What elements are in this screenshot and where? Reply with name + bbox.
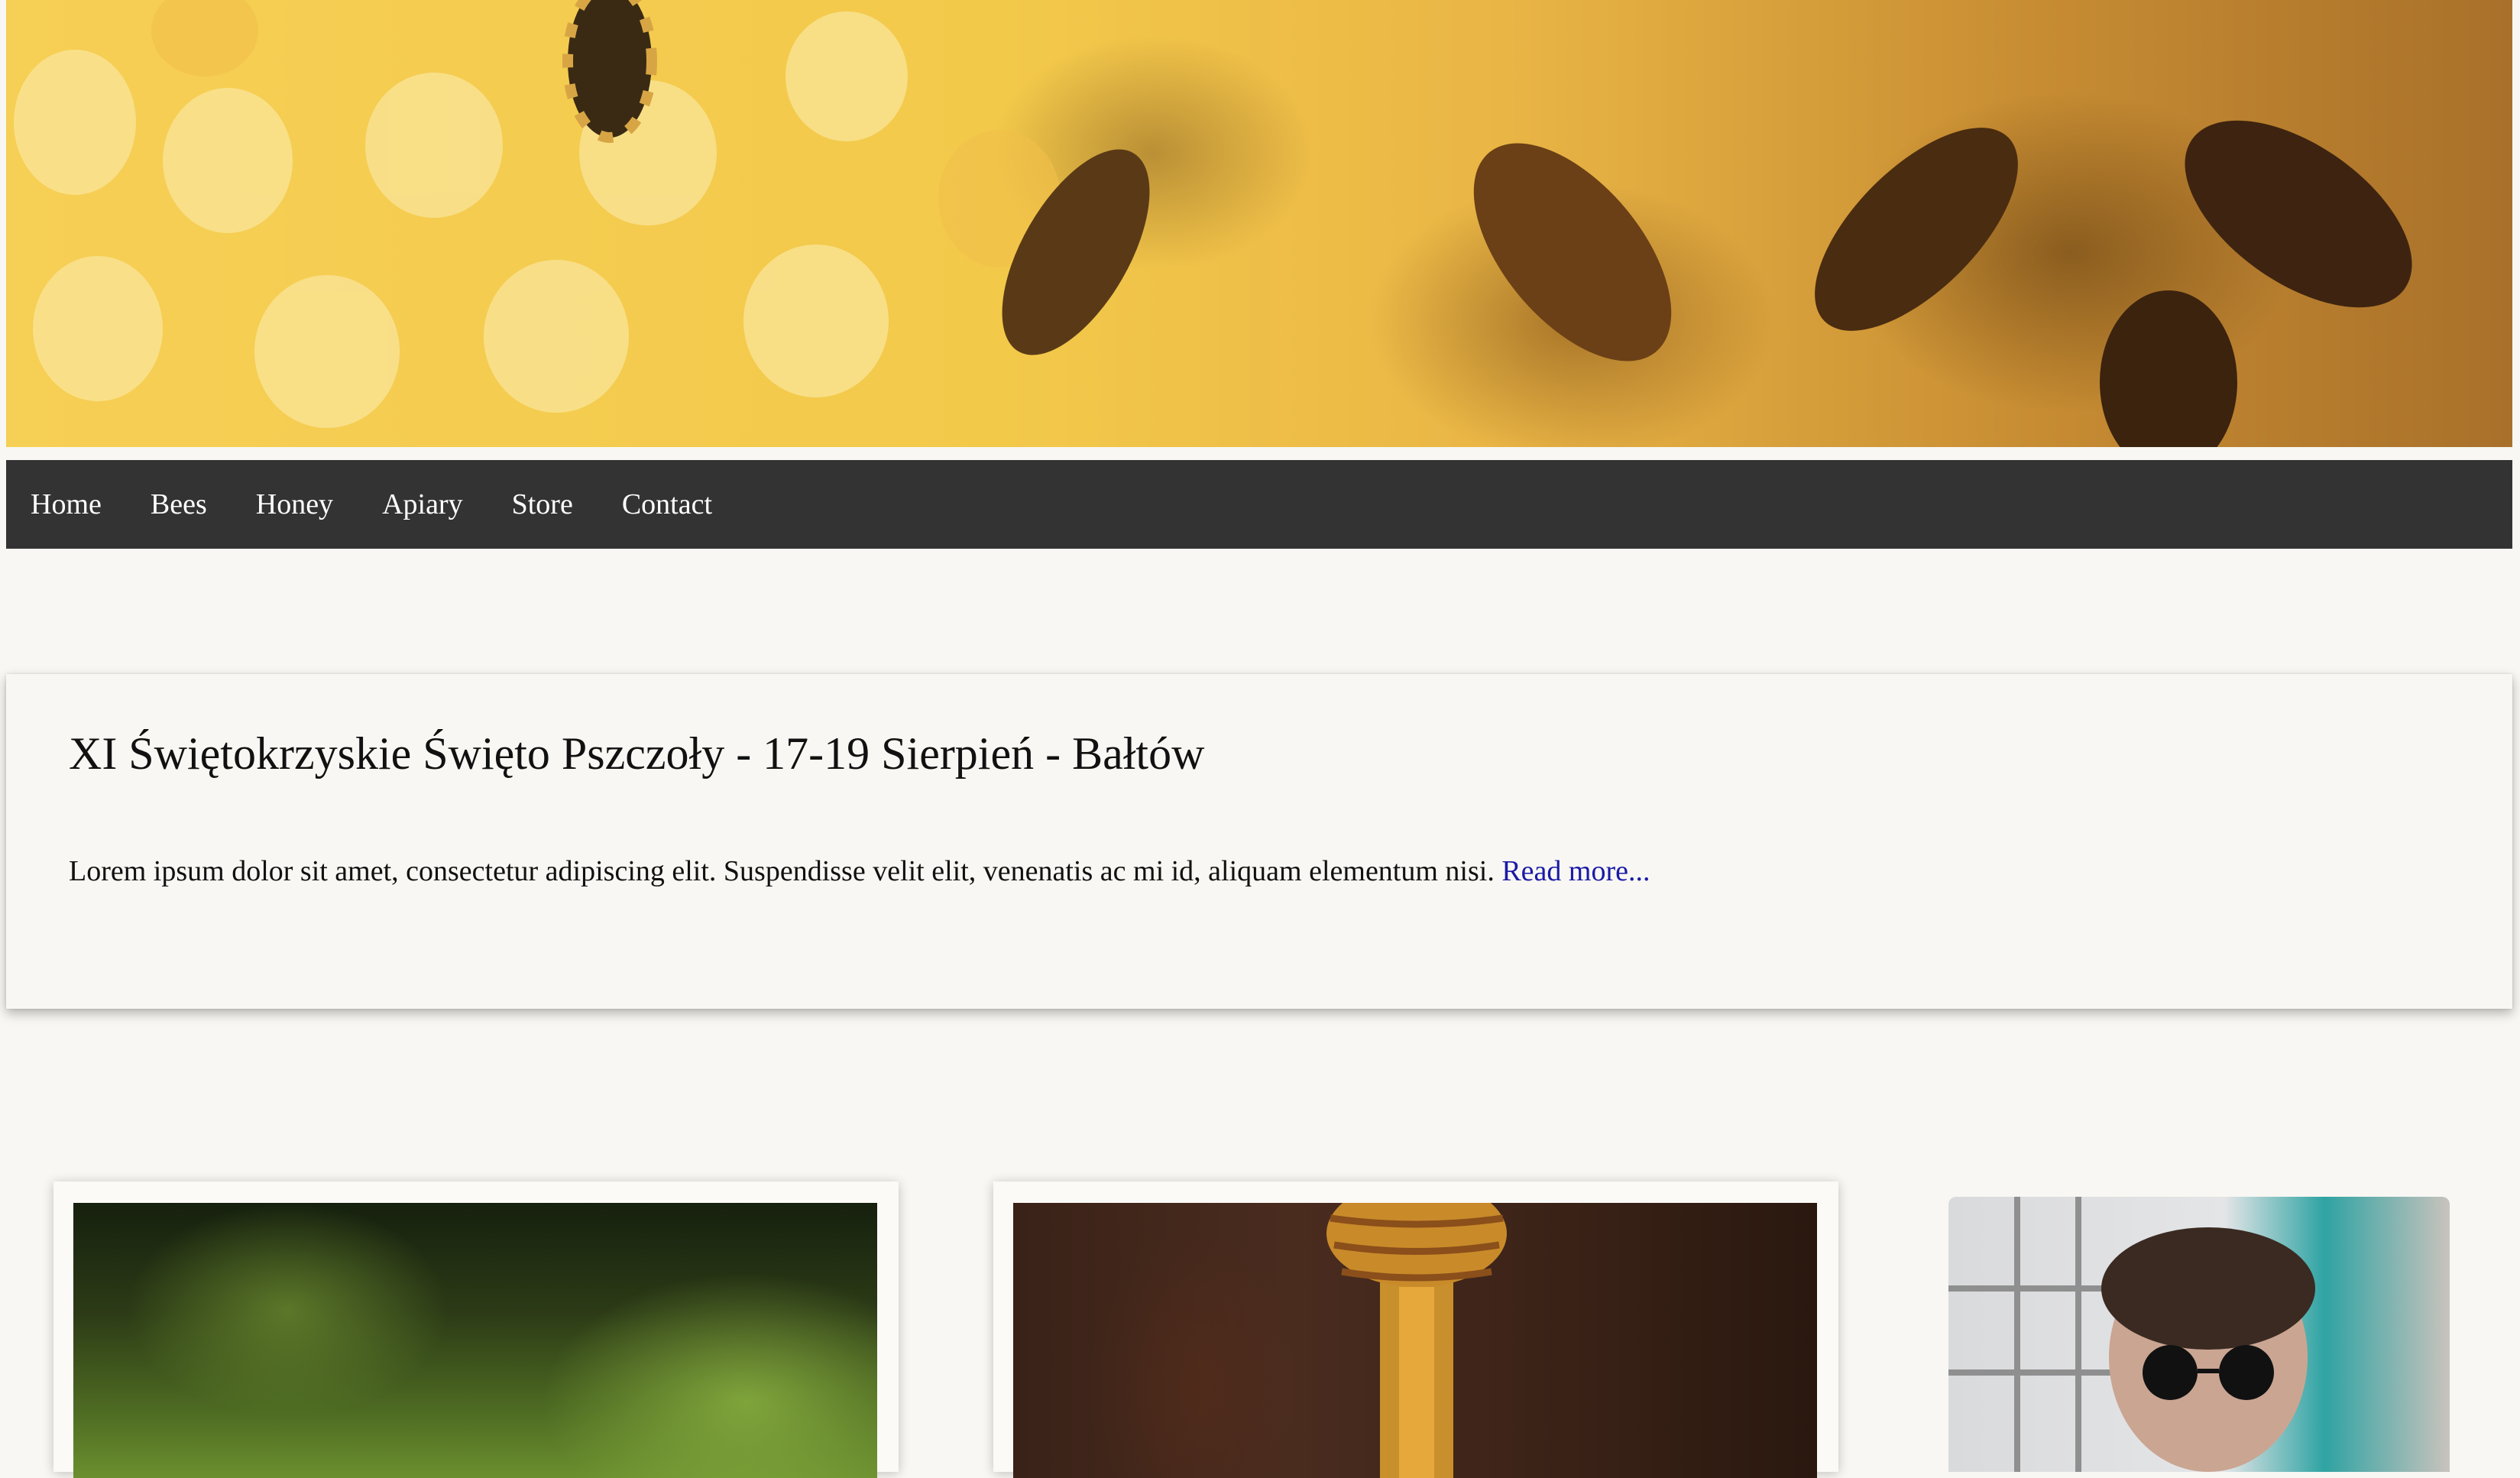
main-nav: Home Bees Honey Apiary Store Contact bbox=[6, 460, 2512, 549]
announcement-title: XI Świętokrzyskie Święto Pszczoły - 17-1… bbox=[69, 728, 1205, 779]
green-nature-image bbox=[73, 1203, 877, 1478]
honey-dipper-image bbox=[1013, 1203, 1817, 1478]
nav-store[interactable]: Store bbox=[487, 460, 598, 549]
hero-banner bbox=[6, 0, 2512, 447]
nav-honey[interactable]: Honey bbox=[232, 460, 358, 549]
nav-home[interactable]: Home bbox=[6, 460, 126, 549]
announcement-text: Lorem ipsum dolor sit amet, consectetur … bbox=[69, 855, 1495, 887]
honeycomb-bees-image bbox=[14, 0, 2412, 447]
read-more-link[interactable]: Read more... bbox=[1501, 855, 1650, 887]
card-honey[interactable] bbox=[993, 1181, 1838, 1478]
nav-apiary[interactable]: Apiary bbox=[358, 460, 487, 549]
announcement-body: Lorem ipsum dolor sit amet, consectetur … bbox=[69, 854, 1650, 888]
person-with-sunglasses-image bbox=[1948, 1197, 2450, 1472]
announcement-card: XI Świętokrzyskie Święto Pszczoły - 17-1… bbox=[6, 674, 2512, 1009]
card-nature[interactable] bbox=[53, 1181, 899, 1478]
nav-contact[interactable]: Contact bbox=[598, 460, 737, 549]
nav-bees[interactable]: Bees bbox=[126, 460, 232, 549]
